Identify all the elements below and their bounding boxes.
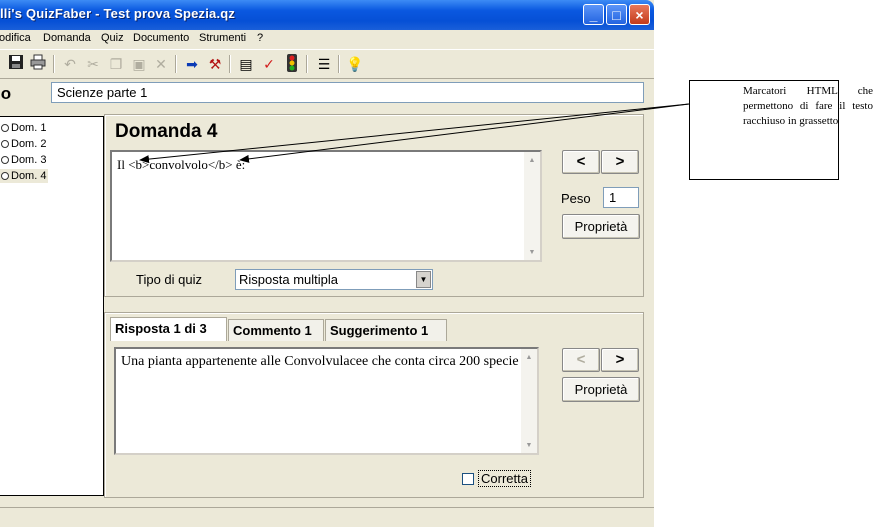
question-list[interactable]: Dom. 1 Dom. 2 Dom. 3 Dom. 4 [0,116,104,496]
arrow-icon[interactable]: ➡ [182,54,202,74]
document-icon[interactable]: ☰ [314,54,334,74]
maximize-button[interactable]: □ [606,4,627,25]
paste-icon[interactable]: ▣ [129,54,149,74]
title-bar[interactable]: lli's QuizFaber - Test prova Spezia.qz _… [0,0,654,30]
list-item[interactable]: Dom. 1 [0,121,48,135]
scroll-down-icon[interactable]: ▼ [524,244,540,260]
risposta-text: Una pianta appartenente alle Convolvulac… [121,354,519,369]
check-icon[interactable]: ✓ [259,54,279,74]
menu-strumenti[interactable]: Strumenti [199,32,246,44]
domanda-text-area[interactable]: Il <b>convolvolo</b> è: ▲ ▼ [110,150,542,262]
corretta-checkbox[interactable] [462,473,474,485]
list-item[interactable]: Dom. 3 [0,153,48,167]
help-icon[interactable]: 💡 [345,54,365,74]
cut-icon[interactable]: ✂ [83,54,103,74]
prev-answer-button[interactable]: < [562,348,600,372]
question-icon [1,172,9,181]
titolo-input[interactable]: Scienze parte 1 [51,82,644,103]
titolo-label: lo [0,84,12,103]
print-icon[interactable] [28,54,48,74]
toolbar: ↶ ✂ ❐ ▣ ✕ ➡ ⚒ ▤ ✓ ☰ 💡 [0,49,654,79]
tipo-quiz-label: Tipo di quiz [136,272,202,287]
peso-input[interactable]: 1 [603,187,639,208]
next-question-button[interactable]: > [601,150,639,174]
menu-domanda[interactable]: Domanda [43,32,91,44]
menu-help[interactable]: ? [257,32,263,44]
status-bar [0,507,654,527]
list-item[interactable]: Dom. 2 [0,137,48,151]
app-window: lli's QuizFaber - Test prova Spezia.qz _… [0,0,654,527]
prev-question-button[interactable]: < [562,150,600,174]
next-answer-button[interactable]: > [601,348,639,372]
menu-documento[interactable]: Documento [133,32,189,44]
delete-icon[interactable]: ✕ [151,54,171,74]
scroll-down-icon[interactable]: ▼ [521,437,537,453]
tab-risposta[interactable]: Risposta 1 di 3 [110,317,227,341]
question-icon [1,140,9,149]
hammer-icon[interactable]: ⚒ [205,54,225,74]
tab-commento[interactable]: Commento 1 [228,319,324,341]
tab-suggerimento[interactable]: Suggerimento 1 [325,319,447,341]
menu-bar: odifica Domanda Quiz Documento Strumenti… [0,30,654,48]
save-icon[interactable] [6,54,26,74]
risposta-scrollbar[interactable]: ▲ ▼ [521,349,537,453]
menu-modifica[interactable]: odifica [0,32,31,44]
corretta-label[interactable]: Corretta [478,470,531,487]
close-button[interactable]: × [629,4,650,25]
domanda-scrollbar[interactable]: ▲ ▼ [524,152,540,260]
risposta-proprieta-button[interactable]: Proprietà [562,377,640,402]
minimize-button[interactable]: _ [583,4,604,25]
traffic-light-icon[interactable] [282,54,302,74]
menu-quiz[interactable]: Quiz [101,32,124,44]
scroll-up-icon[interactable]: ▲ [524,152,540,168]
chevron-down-icon[interactable]: ▼ [416,271,431,288]
domanda-proprieta-button[interactable]: Proprietà [562,214,640,239]
copy-icon[interactable]: ❐ [106,54,126,74]
window-title: lli's QuizFaber - Test prova Spezia.qz [0,6,236,21]
question-icon [1,124,9,133]
tipo-quiz-select[interactable]: Risposta multipla ▼ [235,269,433,290]
undo-icon[interactable]: ↶ [60,54,80,74]
domanda-title: Domanda 4 [115,121,218,142]
list-item-selected[interactable]: Dom. 4 [0,169,49,183]
question-icon [1,156,9,165]
tipo-quiz-value: Risposta multipla [239,272,338,287]
scroll-up-icon[interactable]: ▲ [521,349,537,365]
peso-label: Peso [561,191,591,206]
domanda-text: Il <b>convolvolo</b> è: [117,157,246,172]
annotation-callout-text: Marcatori HTML che permettono di fare il… [743,85,873,127]
properties-icon[interactable]: ▤ [236,54,256,74]
risposta-text-area[interactable]: Una pianta appartenente alle Convolvulac… [114,347,539,455]
